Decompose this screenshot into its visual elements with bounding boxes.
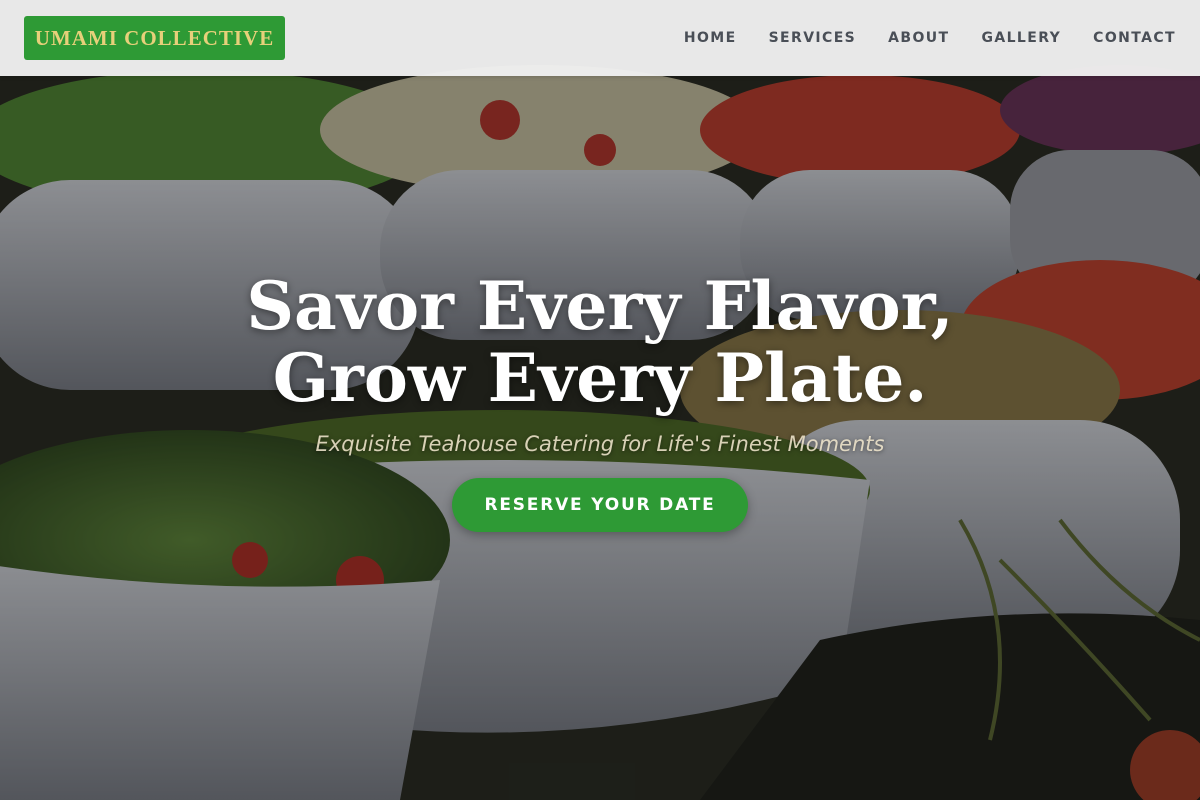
nav-gallery-link[interactable]: GALLERY (981, 30, 1061, 46)
hero-title: Savor Every Flavor, Grow Every Plate. (0, 270, 1200, 414)
nav-services-link[interactable]: SERVICES (769, 30, 857, 46)
nav-contact-link[interactable]: CONTACT (1093, 30, 1176, 46)
top-navbar: UMAMI COLLECTIVE HOME SERVICES ABOUT GAL… (0, 0, 1200, 76)
nav-about-link[interactable]: ABOUT (888, 30, 949, 46)
hero-title-line-1: Savor Every Flavor, (246, 267, 954, 345)
hero-section: Savor Every Flavor, Grow Every Plate. Ex… (0, 0, 1200, 800)
brand-logo[interactable]: UMAMI COLLECTIVE (24, 16, 285, 60)
main-nav: HOME SERVICES ABOUT GALLERY CONTACT (684, 0, 1176, 76)
hero-subtitle: Exquisite Teahouse Catering for Life's F… (315, 432, 885, 456)
hero-content: Savor Every Flavor, Grow Every Plate. Ex… (0, 270, 1200, 532)
reserve-date-button[interactable]: RESERVE YOUR DATE (452, 478, 748, 532)
hero-title-line-2: Grow Every Plate. (272, 339, 928, 417)
nav-home-link[interactable]: HOME (684, 30, 737, 46)
